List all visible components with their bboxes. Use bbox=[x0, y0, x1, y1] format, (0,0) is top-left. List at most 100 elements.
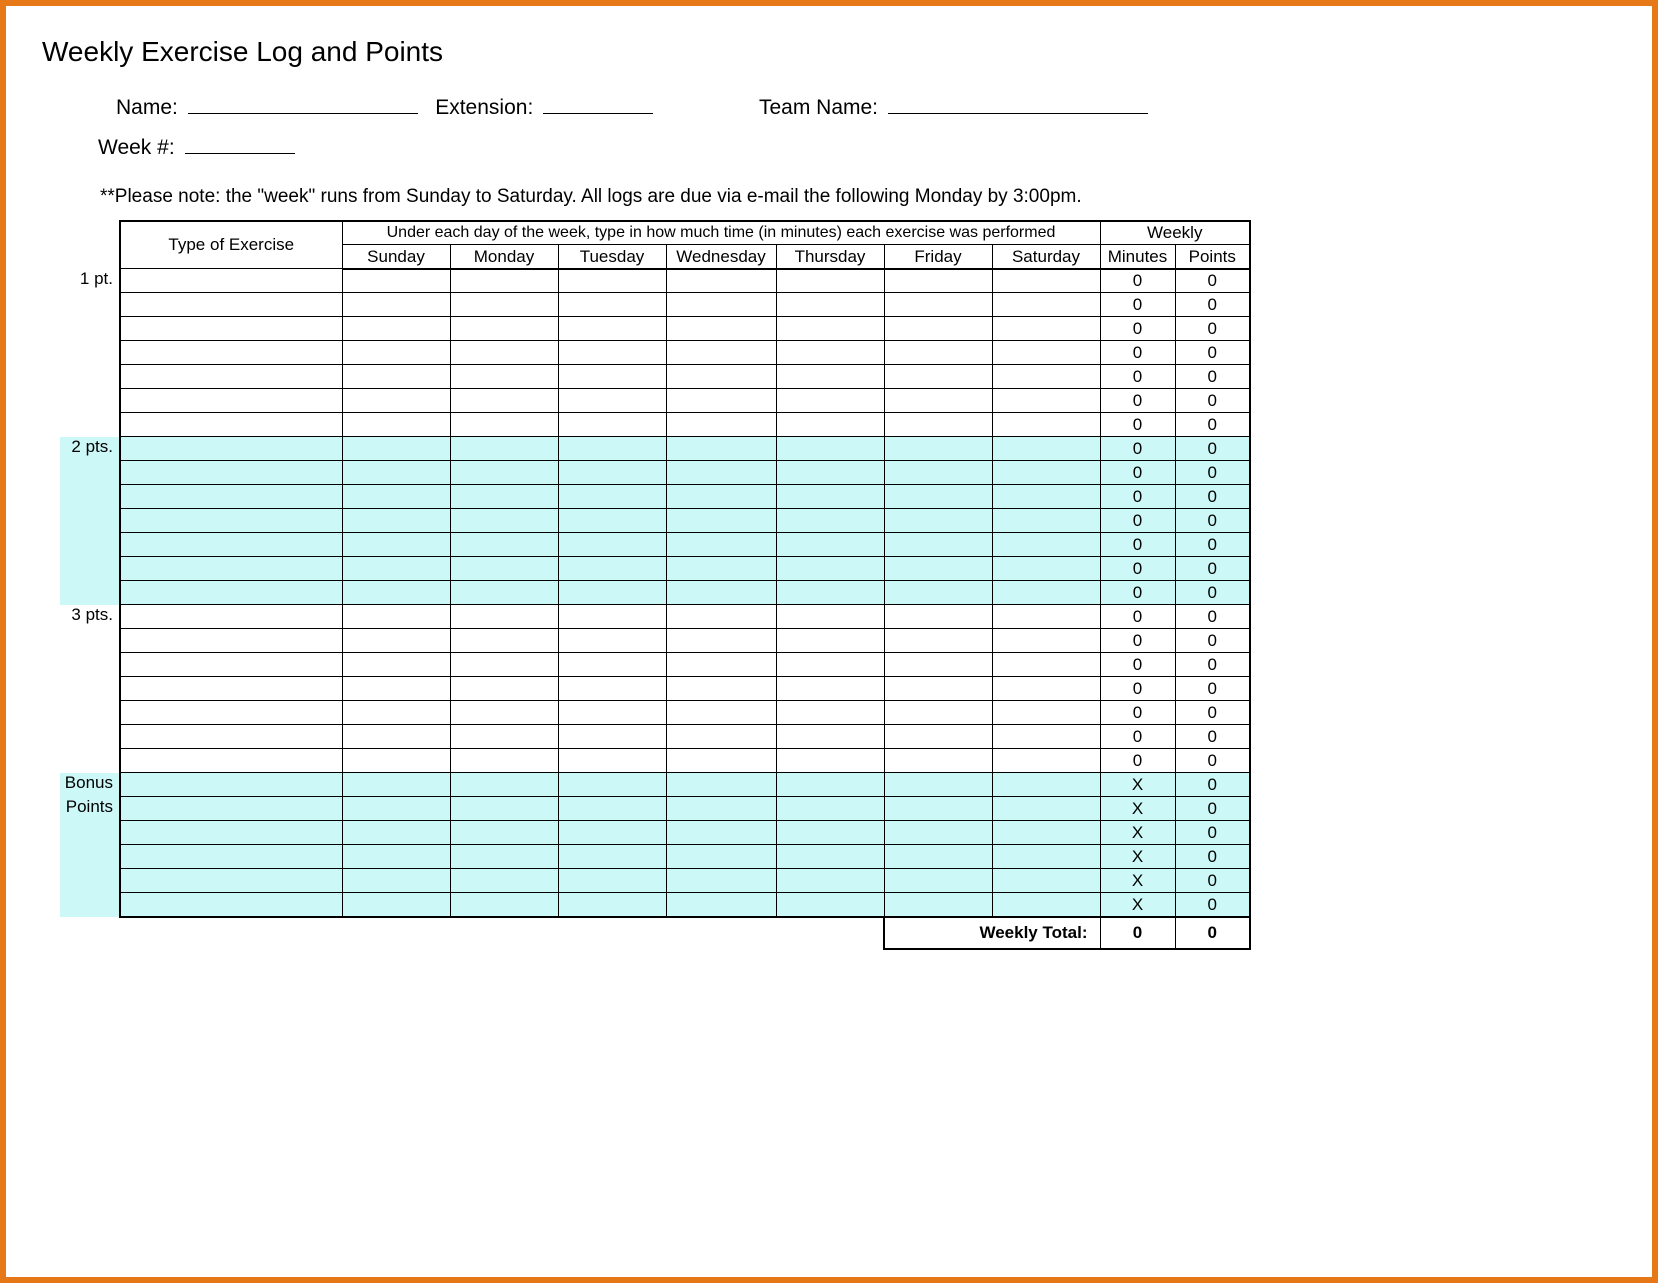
day-cell[interactable] bbox=[666, 461, 776, 485]
day-cell[interactable] bbox=[558, 701, 666, 725]
day-cell[interactable] bbox=[992, 269, 1100, 293]
day-cell[interactable] bbox=[776, 365, 884, 389]
extension-field[interactable] bbox=[543, 113, 653, 114]
day-cell[interactable] bbox=[776, 869, 884, 893]
day-cell[interactable] bbox=[342, 845, 450, 869]
day-cell[interactable] bbox=[558, 317, 666, 341]
name-field[interactable] bbox=[188, 113, 418, 114]
day-cell[interactable] bbox=[450, 749, 558, 773]
type-cell[interactable] bbox=[120, 581, 342, 605]
day-cell[interactable] bbox=[558, 341, 666, 365]
day-cell[interactable] bbox=[884, 749, 992, 773]
day-cell[interactable] bbox=[884, 365, 992, 389]
day-cell[interactable] bbox=[776, 485, 884, 509]
day-cell[interactable] bbox=[666, 749, 776, 773]
day-cell[interactable] bbox=[666, 533, 776, 557]
day-cell[interactable] bbox=[558, 773, 666, 797]
day-cell[interactable] bbox=[666, 557, 776, 581]
day-cell[interactable] bbox=[558, 461, 666, 485]
day-cell[interactable] bbox=[558, 389, 666, 413]
day-cell[interactable] bbox=[342, 869, 450, 893]
day-cell[interactable] bbox=[558, 557, 666, 581]
day-cell[interactable] bbox=[558, 485, 666, 509]
day-cell[interactable] bbox=[776, 341, 884, 365]
day-cell[interactable] bbox=[776, 293, 884, 317]
day-cell[interactable] bbox=[776, 413, 884, 437]
day-cell[interactable] bbox=[666, 317, 776, 341]
day-cell[interactable] bbox=[666, 725, 776, 749]
day-cell[interactable] bbox=[992, 797, 1100, 821]
type-cell[interactable] bbox=[120, 845, 342, 869]
day-cell[interactable] bbox=[342, 509, 450, 533]
day-cell[interactable] bbox=[450, 485, 558, 509]
day-cell[interactable] bbox=[992, 869, 1100, 893]
day-cell[interactable] bbox=[992, 653, 1100, 677]
type-cell[interactable] bbox=[120, 677, 342, 701]
day-cell[interactable] bbox=[776, 533, 884, 557]
day-cell[interactable] bbox=[884, 845, 992, 869]
day-cell[interactable] bbox=[884, 437, 992, 461]
day-cell[interactable] bbox=[776, 845, 884, 869]
type-cell[interactable] bbox=[120, 605, 342, 629]
type-cell[interactable] bbox=[120, 533, 342, 557]
day-cell[interactable] bbox=[992, 413, 1100, 437]
day-cell[interactable] bbox=[558, 629, 666, 653]
day-cell[interactable] bbox=[450, 677, 558, 701]
day-cell[interactable] bbox=[884, 341, 992, 365]
day-cell[interactable] bbox=[558, 605, 666, 629]
day-cell[interactable] bbox=[884, 509, 992, 533]
day-cell[interactable] bbox=[558, 293, 666, 317]
day-cell[interactable] bbox=[342, 821, 450, 845]
day-cell[interactable] bbox=[558, 509, 666, 533]
day-cell[interactable] bbox=[776, 437, 884, 461]
day-cell[interactable] bbox=[450, 725, 558, 749]
day-cell[interactable] bbox=[558, 533, 666, 557]
day-cell[interactable] bbox=[884, 773, 992, 797]
day-cell[interactable] bbox=[884, 413, 992, 437]
day-cell[interactable] bbox=[342, 365, 450, 389]
day-cell[interactable] bbox=[450, 293, 558, 317]
day-cell[interactable] bbox=[450, 533, 558, 557]
type-cell[interactable] bbox=[120, 629, 342, 653]
day-cell[interactable] bbox=[342, 893, 450, 917]
type-cell[interactable] bbox=[120, 653, 342, 677]
type-cell[interactable] bbox=[120, 725, 342, 749]
day-cell[interactable] bbox=[666, 341, 776, 365]
day-cell[interactable] bbox=[558, 413, 666, 437]
day-cell[interactable] bbox=[342, 629, 450, 653]
day-cell[interactable] bbox=[776, 797, 884, 821]
type-cell[interactable] bbox=[120, 437, 342, 461]
type-cell[interactable] bbox=[120, 341, 342, 365]
day-cell[interactable] bbox=[450, 341, 558, 365]
day-cell[interactable] bbox=[342, 533, 450, 557]
day-cell[interactable] bbox=[342, 413, 450, 437]
day-cell[interactable] bbox=[884, 821, 992, 845]
day-cell[interactable] bbox=[450, 605, 558, 629]
type-cell[interactable] bbox=[120, 269, 342, 293]
day-cell[interactable] bbox=[992, 461, 1100, 485]
day-cell[interactable] bbox=[666, 893, 776, 917]
day-cell[interactable] bbox=[884, 797, 992, 821]
day-cell[interactable] bbox=[776, 389, 884, 413]
day-cell[interactable] bbox=[450, 413, 558, 437]
day-cell[interactable] bbox=[558, 797, 666, 821]
day-cell[interactable] bbox=[666, 605, 776, 629]
day-cell[interactable] bbox=[450, 269, 558, 293]
day-cell[interactable] bbox=[992, 437, 1100, 461]
day-cell[interactable] bbox=[666, 653, 776, 677]
day-cell[interactable] bbox=[450, 557, 558, 581]
day-cell[interactable] bbox=[342, 581, 450, 605]
day-cell[interactable] bbox=[884, 293, 992, 317]
type-cell[interactable] bbox=[120, 317, 342, 341]
day-cell[interactable] bbox=[450, 389, 558, 413]
day-cell[interactable] bbox=[450, 797, 558, 821]
day-cell[interactable] bbox=[666, 365, 776, 389]
day-cell[interactable] bbox=[666, 413, 776, 437]
day-cell[interactable] bbox=[884, 269, 992, 293]
day-cell[interactable] bbox=[666, 437, 776, 461]
day-cell[interactable] bbox=[450, 893, 558, 917]
type-cell[interactable] bbox=[120, 869, 342, 893]
day-cell[interactable] bbox=[342, 605, 450, 629]
type-cell[interactable] bbox=[120, 509, 342, 533]
day-cell[interactable] bbox=[776, 893, 884, 917]
